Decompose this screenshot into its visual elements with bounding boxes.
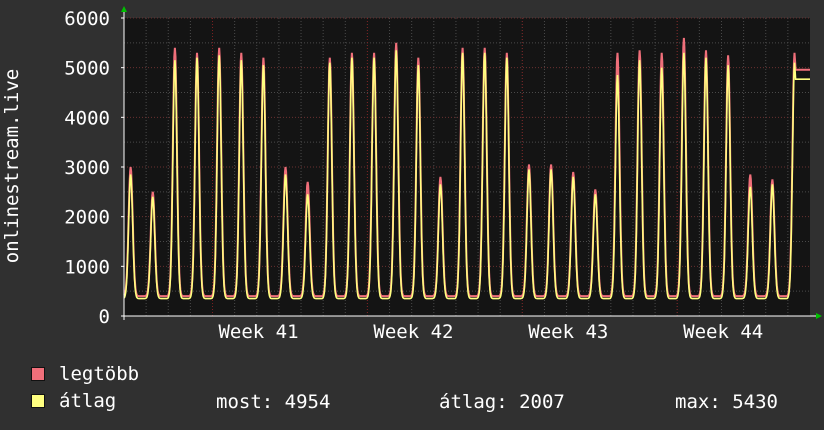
y-tick-label: 4000 — [64, 107, 110, 129]
y-tick-label: 3000 — [64, 157, 110, 179]
x-ticks: Week 41 Week 42 Week 43 Week 44 — [218, 321, 763, 343]
stat-current: most: 4954 — [216, 391, 331, 413]
stat-maximum: max: 5430 — [675, 391, 778, 413]
x-tick-label: Week 41 — [218, 321, 298, 343]
x-tick-label: Week 43 — [528, 321, 608, 343]
legend-max-swatch — [31, 367, 45, 381]
y-tick-label: 2000 — [64, 207, 110, 229]
legend-avg-label: átlag — [59, 390, 117, 412]
y-axis-label: onlinestream.live — [1, 69, 23, 263]
y-ticks: 0 1000 2000 3000 4000 5000 6000 — [64, 8, 124, 328]
legend-max: legtöbb — [31, 363, 140, 385]
x-tick-label: Week 42 — [373, 321, 453, 343]
y-tick-label: 5000 — [64, 58, 110, 80]
x-tick-label: Week 44 — [683, 321, 763, 343]
legend-max-label: legtöbb — [59, 363, 140, 385]
stat-average: átlag: 2007 — [439, 391, 565, 413]
legend-avg-swatch — [31, 394, 45, 408]
chart-svg: 0 1000 2000 3000 4000 5000 6000 Week 41 Week 42… — [1, 6, 822, 343]
y-tick-label: 0 — [99, 306, 110, 328]
legend-avg: átlag — [31, 390, 117, 412]
x-axis-arrow — [816, 313, 822, 319]
y-tick-label: 1000 — [64, 256, 110, 278]
y-axis-arrow — [121, 6, 127, 12]
y-tick-label: 6000 — [64, 8, 110, 30]
